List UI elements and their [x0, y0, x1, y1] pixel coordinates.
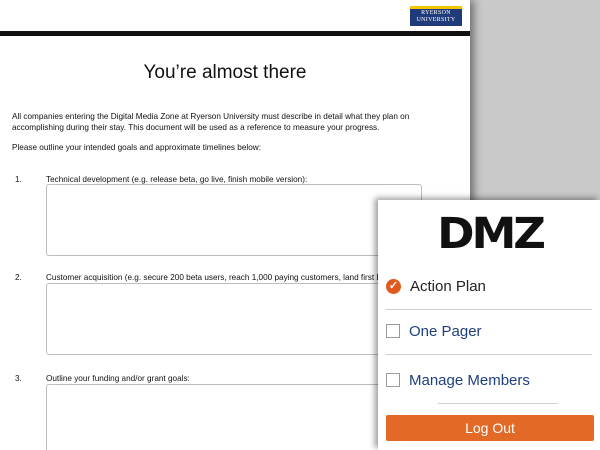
nav-item-label: Manage Members — [409, 371, 530, 389]
header-rule — [0, 31, 470, 36]
ryerson-university-logo: RYERSON UNIVERSITY — [410, 6, 462, 26]
check-circle-icon: ✓ — [386, 278, 401, 294]
nav-divider — [386, 354, 592, 355]
dmz-side-panel: DMZ ✓ Action Plan One Pager Manage Membe… — [378, 200, 600, 450]
page-title: You’re almost there — [143, 62, 307, 83]
dmz-logo: DMZ — [437, 209, 546, 259]
question-number-1: 1. — [15, 175, 22, 184]
checkbox-icon[interactable] — [386, 324, 400, 338]
logo-text-line2: UNIVERSITY — [416, 17, 456, 23]
nav-item-manage-members[interactable]: Manage Members — [386, 368, 596, 392]
checkbox-icon[interactable] — [386, 373, 400, 387]
question-label-1: Technical development (e.g. release beta… — [46, 175, 308, 184]
nav-item-label: One Pager — [409, 322, 482, 340]
question-label-2: Customer acquisition (e.g. secure 200 be… — [46, 273, 399, 282]
technical-development-field[interactable] — [46, 184, 422, 256]
question-number-3: 3. — [15, 374, 22, 383]
question-number-2: 2. — [15, 273, 22, 282]
log-out-button[interactable]: Log Out — [386, 415, 594, 441]
nav-divider — [438, 403, 558, 404]
nav-divider — [386, 309, 592, 310]
nav-item-label: Action Plan — [410, 277, 486, 295]
customer-acquisition-field[interactable] — [46, 283, 422, 355]
intro-text: All companies entering the Digital Media… — [12, 112, 410, 132]
nav-item-one-pager[interactable]: One Pager — [386, 319, 596, 343]
nav-item-action-plan[interactable]: ✓ Action Plan — [386, 274, 596, 298]
funding-goals-field[interactable] — [46, 384, 422, 450]
question-label-3: Outline your funding and/or grant goals: — [46, 374, 190, 383]
logo-text-line1: RYERSON — [421, 10, 451, 16]
instruction-text: Please outline your intended goals and a… — [12, 143, 261, 152]
